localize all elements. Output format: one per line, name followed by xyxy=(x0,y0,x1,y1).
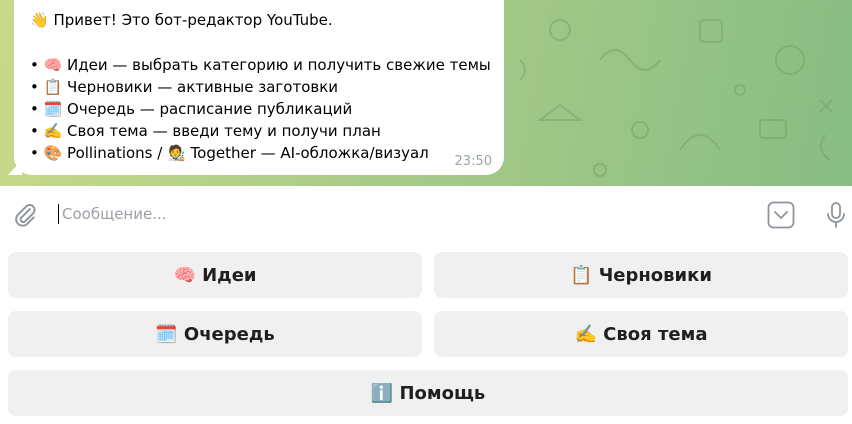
microphone-icon[interactable] xyxy=(824,200,848,230)
drafts-button[interactable]: 📋 Черновики xyxy=(434,252,848,298)
message-composer xyxy=(0,186,852,244)
text-cursor xyxy=(58,204,59,224)
message-line-greeting: 👋 Привет! Это бот-редактор YouTube. xyxy=(30,11,333,29)
keyboard-toggle-icon[interactable] xyxy=(767,201,795,229)
own-topic-button[interactable]: ✍️ Своя тема xyxy=(434,311,848,357)
message-line-pollinations: • 🎨 Pollinations / 🧑‍🎨 Together — AI-обл… xyxy=(30,144,429,162)
message-line-drafts: • 📋 Черновики — активные заготовки xyxy=(30,78,339,96)
chat-area: 👋 Привет! Это бот-редактор YouTube. • 🧠 … xyxy=(0,0,852,186)
queue-button[interactable]: 🗓️ Очередь xyxy=(8,311,422,357)
help-button[interactable]: ℹ️ Помощь xyxy=(8,370,848,416)
message-line-queue: • 🗓️ Очередь — расписание публикаций xyxy=(30,100,353,118)
paperclip-icon[interactable] xyxy=(12,202,38,228)
bot-message-bubble: 👋 Привет! Это бот-редактор YouTube. • 🧠 … xyxy=(14,0,504,175)
message-line-own-topic: • ✍️ Своя тема — введи тему и получи пла… xyxy=(30,122,381,140)
message-line-ideas: • 🧠 Идеи — выбрать категорию и получить … xyxy=(30,56,491,74)
message-input[interactable] xyxy=(62,199,742,229)
message-timestamp: 23:50 xyxy=(454,154,492,169)
reply-keyboard: 🧠 Идеи 📋 Черновики 🗓️ Очередь ✍️ Своя те… xyxy=(0,244,852,424)
ideas-button[interactable]: 🧠 Идеи xyxy=(8,252,422,298)
